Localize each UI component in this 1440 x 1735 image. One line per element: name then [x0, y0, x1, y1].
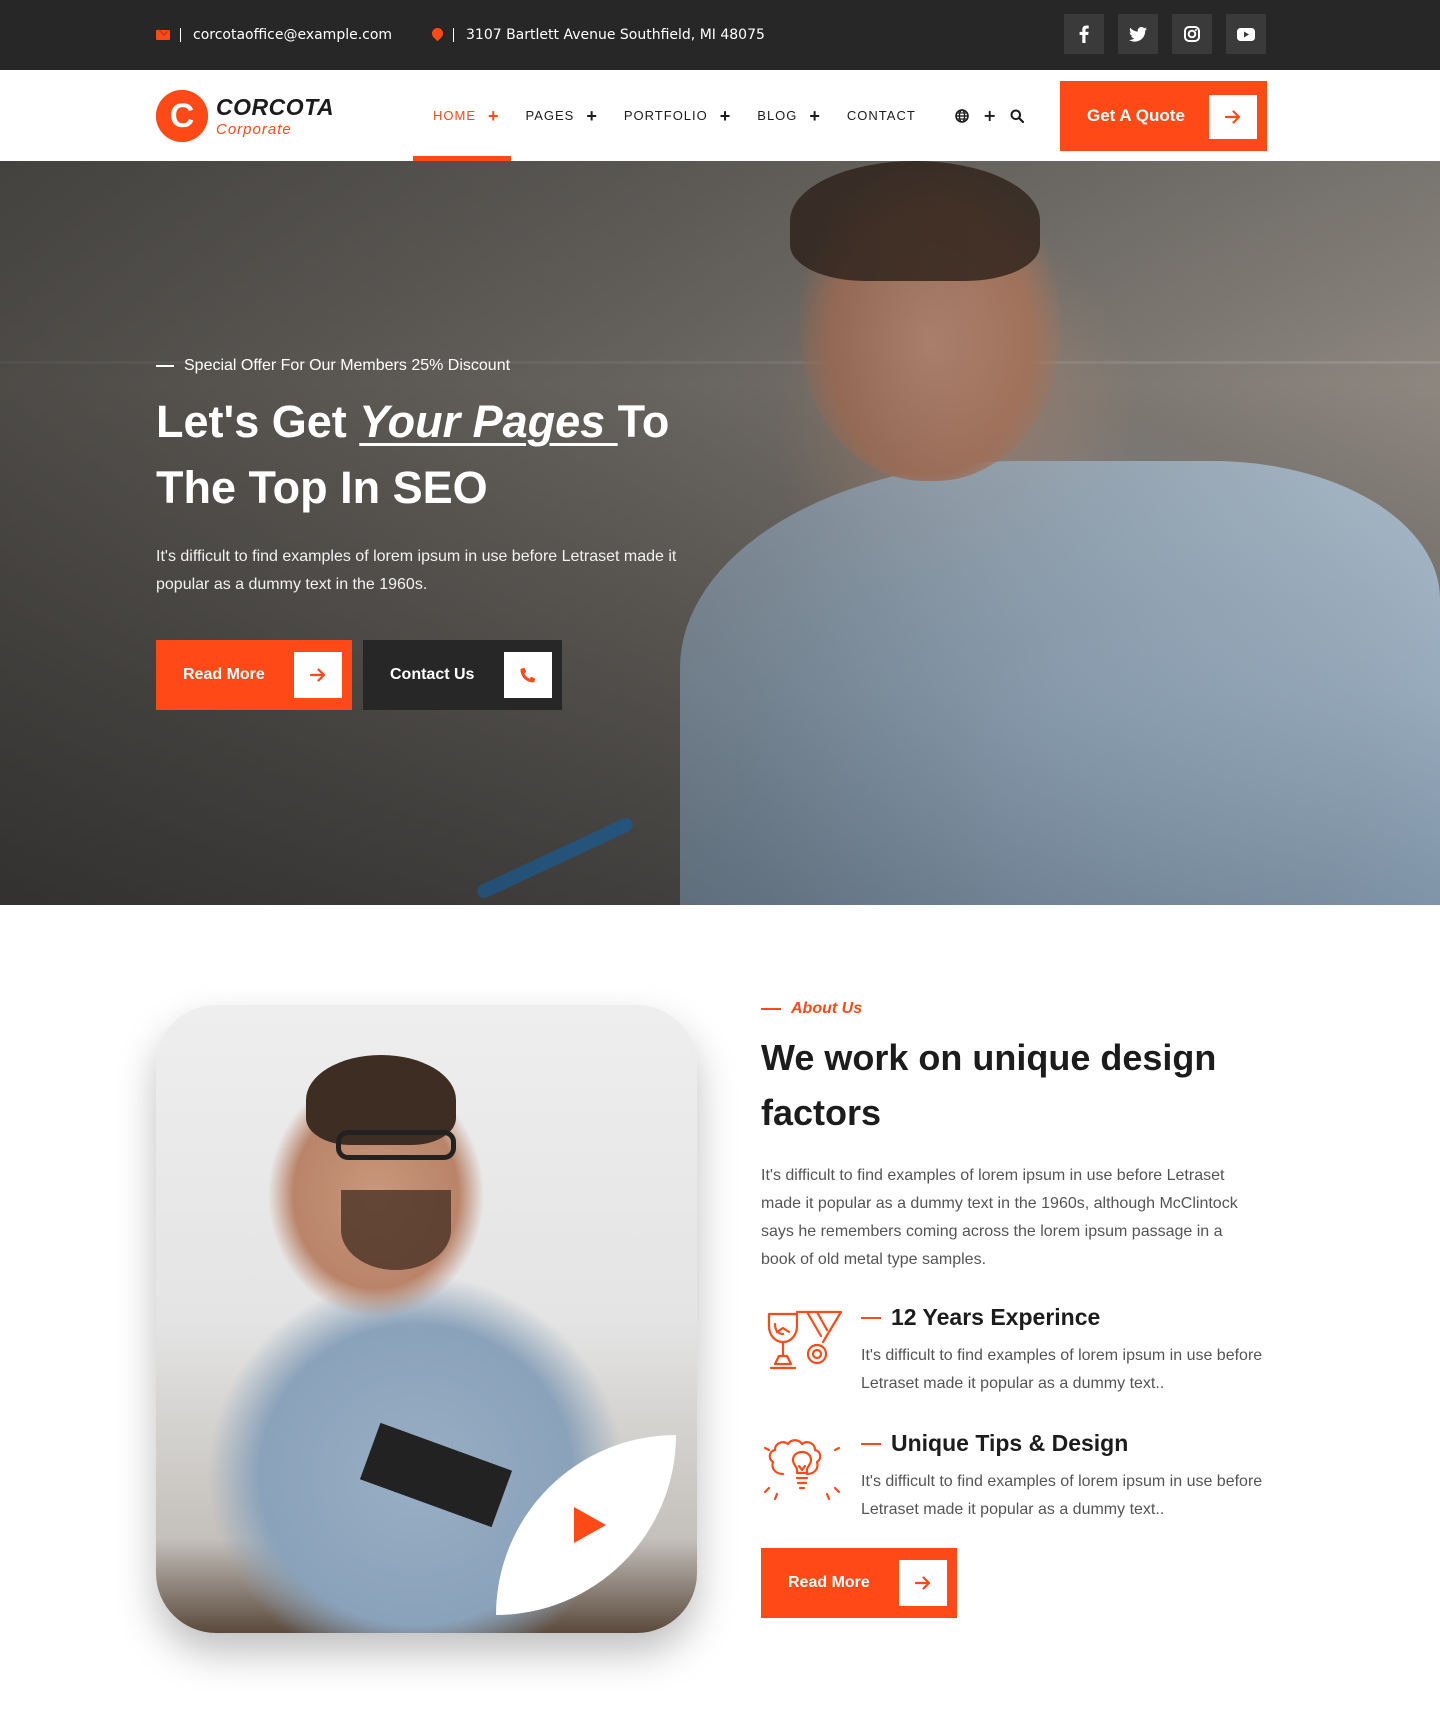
email-text[interactable]: corcotaoffice@example.com	[193, 27, 392, 43]
hero-kicker: Special Offer For Our Members 25% Discou…	[156, 357, 510, 375]
idea-bulb-icon	[761, 1430, 843, 1512]
arrow-right-icon	[899, 1560, 947, 1606]
nav-label: PORTFOLIO	[623, 108, 708, 123]
feature-title-text: 12 Years Experince	[891, 1304, 1101, 1330]
plus-icon: +	[586, 105, 598, 126]
globe-icon[interactable]	[955, 108, 969, 123]
button-label: Read More	[183, 666, 265, 683]
dash-line	[861, 1316, 881, 1319]
logo-name: CORCOTA	[216, 93, 335, 120]
plus-icon: +	[719, 105, 732, 126]
nav-item-home[interactable]: HOME +	[413, 70, 510, 161]
instagram-icon[interactable]	[1172, 14, 1212, 54]
plus-icon: +	[488, 105, 500, 126]
logo-tagline: Corporate	[216, 120, 292, 138]
hero-title: Let's Get Your Pages To The Top In SEO	[156, 389, 756, 521]
button-label: Read More	[788, 1574, 870, 1591]
hero-read-more-button[interactable]: Read More	[156, 640, 352, 710]
arrow-right-icon	[294, 652, 342, 698]
quote-label: Get A Quote	[1087, 106, 1185, 125]
dash-line	[861, 1442, 881, 1445]
contact-email[interactable]: corcotaoffice@example.com	[156, 0, 392, 70]
about-photo	[156, 1005, 697, 1633]
logo-mark: C	[156, 90, 208, 142]
nav-item-portfolio[interactable]: PORTFOLIO +	[624, 70, 731, 161]
search-icon[interactable]	[1010, 109, 1025, 123]
dash-line	[761, 1008, 781, 1010]
about-section: About Us We work on unique design factor…	[761, 1000, 1281, 1618]
feature-item: Unique Tips & Design It's difficult to f…	[761, 1430, 1281, 1526]
play-icon	[574, 1507, 606, 1543]
feature-title-text: Unique Tips & Design	[891, 1430, 1129, 1456]
facebook-icon[interactable]	[1064, 14, 1104, 54]
youtube-icon[interactable]	[1226, 14, 1266, 54]
feature-text: It's difficult to find examples of lorem…	[861, 1473, 1263, 1518]
hero-overlay	[0, 161, 1440, 905]
dash-line	[156, 365, 174, 367]
about-photo-book	[359, 1422, 513, 1528]
contact-address: 3107 Bartlett Avenue Southfield, MI 4807…	[429, 0, 765, 70]
top-bar: corcotaoffice@example.com 3107 Bartlett …	[0, 0, 1440, 70]
address-text: 3107 Bartlett Avenue Southfield, MI 4807…	[466, 27, 765, 43]
nav-label: HOME	[433, 108, 476, 123]
logo-text: CORCOTA Corporate	[216, 93, 335, 138]
nav-label: BLOG	[757, 108, 798, 123]
logo[interactable]: C CORCOTA Corporate	[156, 90, 334, 142]
social-links	[1064, 14, 1266, 54]
hero-title-emphasis: Your Pages	[359, 396, 618, 447]
about-kicker: About Us	[761, 1000, 1281, 1018]
nav-label: CONTACT	[846, 108, 916, 123]
nav-label: PAGES	[525, 108, 575, 123]
about-photo-beard	[341, 1190, 451, 1270]
divider	[453, 28, 454, 42]
hero-description: It's difficult to find examples of lorem…	[156, 548, 677, 593]
divider	[180, 28, 181, 42]
video-play-button[interactable]	[496, 1435, 676, 1615]
feature-text: It's difficult to find examples of lorem…	[861, 1347, 1263, 1392]
nav-item-contact[interactable]: CONTACT	[847, 70, 916, 161]
about-heading: We work on unique design factors	[761, 1037, 1217, 1133]
arrow-right-icon	[1209, 95, 1257, 139]
hero-kicker-text: Special Offer For Our Members 25% Discou…	[184, 357, 511, 374]
twitter-icon[interactable]	[1118, 14, 1158, 54]
hero-contact-us-button[interactable]: Contact Us	[363, 640, 562, 710]
nav-item-pages[interactable]: PAGES +	[526, 70, 598, 161]
hero-section: Special Offer For Our Members 25% Discou…	[0, 161, 1440, 905]
get-a-quote-button[interactable]: Get A Quote	[1060, 81, 1267, 151]
language-plus-icon[interactable]: +	[983, 106, 996, 125]
feature-item: 12 Years Experince It's difficult to fin…	[761, 1304, 1281, 1400]
hero-title-start: Let's Get	[156, 396, 360, 447]
nav-tools: +	[955, 70, 1025, 161]
feature-title: Unique Tips & Design	[861, 1430, 1128, 1457]
map-pin-icon	[429, 25, 446, 42]
main-nav: HOME + PAGES + PORTFOLIO + BLOG + CONTAC…	[413, 70, 942, 161]
feature-title: 12 Years Experince	[861, 1304, 1100, 1331]
about-read-more-button[interactable]: Read More	[761, 1548, 957, 1618]
nav-item-blog[interactable]: BLOG +	[757, 70, 821, 161]
about-kicker-text: About Us	[791, 1000, 863, 1017]
site-header: C CORCOTA Corporate HOME + PAGES + PORTF…	[0, 70, 1440, 161]
envelope-icon	[156, 30, 170, 40]
about-photo-glasses	[336, 1130, 456, 1160]
award-trophy-icon	[761, 1304, 843, 1386]
phone-icon	[504, 652, 552, 698]
button-label: Contact Us	[390, 666, 475, 683]
plus-icon: +	[809, 105, 821, 126]
about-description: It's difficult to find examples of lorem…	[761, 1167, 1238, 1268]
